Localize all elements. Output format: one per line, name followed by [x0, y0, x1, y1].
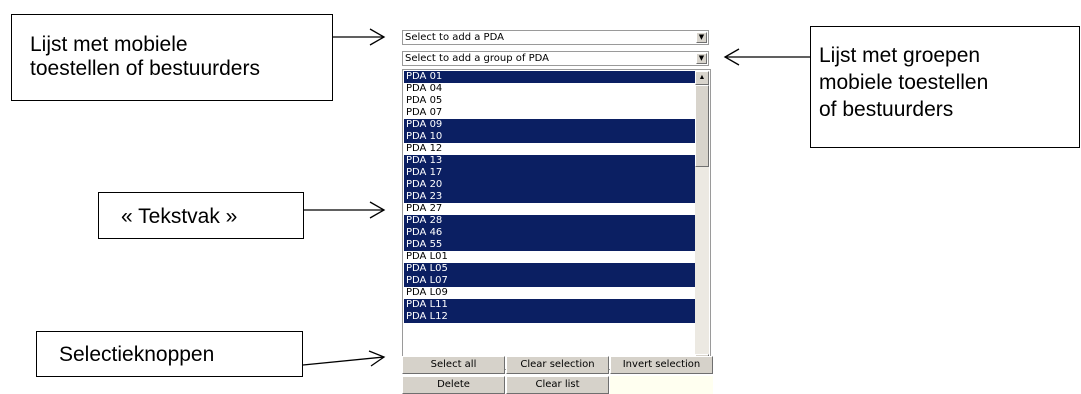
- list-item[interactable]: PDA 13: [404, 155, 696, 167]
- device-list: PDA 01 PDA 04 PDA 05 PDA 07 PDA 09 PDA 10 PDA …: [404, 71, 696, 323]
- group-select-value: Select to add a group of PDA: [405, 53, 549, 64]
- select-all-button[interactable]: Select all: [402, 356, 505, 374]
- list-item[interactable]: PDA 01: [404, 71, 696, 83]
- scroll-up-icon[interactable]: ▲: [695, 71, 709, 85]
- list-item[interactable]: PDA 10: [404, 131, 696, 143]
- list-item[interactable]: PDA 28: [404, 215, 696, 227]
- list-scrollbar[interactable]: ▲ ▼: [695, 71, 709, 368]
- group-select[interactable]: Select to add a group of PDA ▼: [402, 51, 709, 66]
- device-listbox[interactable]: PDA 01 PDA 04 PDA 05 PDA 07 PDA 09 PDA 10 PDA …: [402, 69, 711, 370]
- list-item[interactable]: PDA 07: [404, 107, 696, 119]
- list-item[interactable]: PDA L01: [404, 251, 696, 263]
- list-item[interactable]: PDA L07: [404, 275, 696, 287]
- invert-selection-button[interactable]: Invert selection: [610, 356, 713, 374]
- list-item[interactable]: PDA 55: [404, 239, 696, 251]
- chevron-down-icon[interactable]: ▼: [696, 32, 707, 43]
- device-select[interactable]: Select to add a PDA ▼: [402, 30, 709, 45]
- list-item[interactable]: PDA 12: [404, 143, 696, 155]
- device-select-value: Select to add a PDA: [405, 32, 504, 43]
- list-item[interactable]: PDA 17: [404, 167, 696, 179]
- scroll-thumb[interactable]: [695, 85, 709, 167]
- arrow-buttons: [302, 356, 385, 366]
- chevron-down-icon[interactable]: ▼: [696, 53, 707, 64]
- button-row-filler: [610, 376, 713, 394]
- list-item[interactable]: PDA 05: [404, 95, 696, 107]
- list-item[interactable]: PDA 04: [404, 83, 696, 95]
- delete-button[interactable]: Delete: [402, 376, 505, 394]
- selection-buttons-row-2: Delete Clear list: [402, 376, 713, 394]
- list-item[interactable]: PDA 27: [404, 203, 696, 215]
- clear-list-button[interactable]: Clear list: [506, 376, 609, 394]
- list-item[interactable]: PDA L09: [404, 287, 696, 299]
- list-item[interactable]: PDA L12: [404, 311, 696, 323]
- clear-selection-button[interactable]: Clear selection: [506, 356, 609, 374]
- list-item[interactable]: PDA 46: [404, 227, 696, 239]
- list-item[interactable]: PDA L05: [404, 263, 696, 275]
- selection-buttons-row-1: Select all Clear selection Invert select…: [402, 356, 713, 374]
- list-item[interactable]: PDA 20: [404, 179, 696, 191]
- list-item[interactable]: PDA 23: [404, 191, 696, 203]
- list-item[interactable]: PDA L11: [404, 299, 696, 311]
- pda-selector-panel: Select to add a PDA ▼ Select to add a gr…: [402, 26, 713, 394]
- list-item[interactable]: PDA 09: [404, 119, 696, 131]
